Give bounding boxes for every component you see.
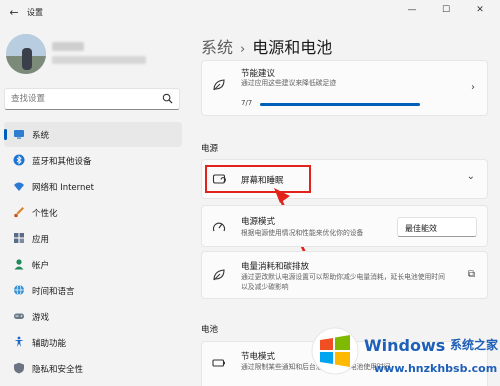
sidebar-item-time-language[interactable]: 时间和语言	[4, 278, 182, 303]
maximize-button[interactable]: ☐	[433, 0, 459, 22]
breadcrumb-parent[interactable]: 系统	[201, 38, 233, 57]
sidebar-item-label: 个性化	[32, 209, 58, 219]
card-title: 电量消耗和碳排放	[241, 262, 310, 272]
window-title: 设置	[27, 8, 43, 17]
watermark-cn: 系统之家	[450, 338, 499, 352]
sidebar-nav: 系统 蓝牙和其他设备 网络和 Internet 个性化 应用 帐户 时间和语言 …	[4, 122, 182, 382]
chevron-down-icon[interactable]: ⌄	[467, 171, 475, 182]
battery-saver-icon	[212, 359, 225, 367]
progress-text: 7/7	[241, 99, 253, 107]
user-email-redacted	[52, 56, 146, 64]
accessibility-icon	[14, 336, 24, 347]
sidebar-item-label: 应用	[32, 235, 50, 245]
sidebar-item-label: 蓝牙和其他设备	[32, 157, 92, 167]
sidebar-item-label: 游戏	[32, 313, 50, 323]
card-title: 电源模式	[241, 217, 276, 227]
account-icon	[14, 259, 24, 270]
sidebar-item-label: 时间和语言	[32, 287, 75, 297]
leaf-icon	[213, 79, 225, 91]
energy-recommendations-card[interactable]: 节能建议 通过应用这些建议来降低碳足迹 7/7 ›	[201, 60, 488, 116]
windows-logo-icon	[311, 327, 359, 375]
sidebar-item-label: 辅助功能	[32, 339, 67, 349]
progress-fill	[260, 103, 420, 106]
sidebar-item-system[interactable]: 系统	[4, 122, 182, 147]
sidebar-item-label: 系统	[32, 131, 50, 141]
search-input[interactable]	[11, 92, 161, 106]
leaf-icon	[213, 269, 225, 281]
back-button[interactable]: ←	[6, 5, 22, 21]
sidebar-item-network[interactable]: 网络和 Internet	[4, 174, 182, 199]
power-mode-icon	[212, 222, 226, 232]
power-mode-select[interactable]: 最佳能效 ⌄	[397, 217, 477, 237]
breadcrumb: 系统 › 电源和电池	[201, 34, 332, 58]
bluetooth-icon	[13, 154, 25, 166]
progress-bar	[260, 103, 420, 106]
section-label-battery: 电池	[201, 325, 219, 335]
breadcrumb-separator: ›	[240, 42, 246, 57]
user-name-redacted	[52, 42, 84, 51]
watermark-url: www.hnzkhbsb.com	[374, 362, 498, 375]
sidebar-item-apps[interactable]: 应用	[4, 226, 182, 251]
globe-icon	[14, 284, 24, 296]
watermark-brand: Windows	[364, 336, 446, 355]
card-subtitle: 根据电源使用情况和性能来优化你的设备	[241, 229, 364, 237]
page-title: 电源和电池	[252, 38, 333, 57]
apps-icon	[14, 233, 24, 243]
chevron-right-icon[interactable]: ›	[471, 82, 475, 93]
card-subtitle: 通过应用这些建议来降低碳足迹	[241, 79, 337, 87]
sidebar-item-label: 帐户	[32, 261, 50, 271]
title-bar: ← 设置 — ☐ ✕	[0, 0, 500, 26]
close-button[interactable]: ✕	[467, 0, 493, 22]
chevron-down-icon: ⌄	[405, 222, 412, 231]
search-icon[interactable]	[162, 93, 173, 104]
wifi-icon	[14, 182, 24, 191]
card-title: 节电模式	[241, 352, 276, 362]
card-subtitle: 通过更改默认电源设置可以帮助你减少电量消耗，延长电池使用时间以及减少碳影响	[241, 273, 445, 291]
sidebar-item-accounts[interactable]: 帐户	[4, 252, 182, 277]
system-icon	[14, 130, 24, 139]
watermark: Windows 系统之家 www.hnzkhbsb.com	[306, 322, 500, 386]
brush-icon	[14, 207, 24, 218]
sidebar-item-bluetooth[interactable]: 蓝牙和其他设备	[4, 148, 182, 173]
gamepad-icon	[14, 313, 24, 319]
sidebar-item-personalization[interactable]: 个性化	[4, 200, 182, 225]
avatar	[6, 34, 46, 74]
shield-icon	[14, 362, 24, 374]
search-box[interactable]	[4, 88, 180, 110]
energy-usage-card[interactable]: 电量消耗和碳排放 通过更改默认电源设置可以帮助你减少电量消耗，延长电池使用时间以…	[201, 251, 488, 299]
sidebar-item-privacy-security[interactable]: 隐私和安全性	[4, 356, 182, 381]
external-link-icon[interactable]: ⧉	[468, 269, 475, 280]
sidebar-item-accessibility[interactable]: 辅助功能	[4, 330, 182, 355]
power-mode-card[interactable]: 电源模式 根据电源使用情况和性能来优化你的设备 最佳能效 ⌄	[201, 205, 488, 247]
sidebar-item-label: 隐私和安全性	[32, 365, 84, 375]
minimize-button[interactable]: —	[399, 0, 425, 22]
sidebar-item-label: 网络和 Internet	[32, 183, 94, 193]
user-profile[interactable]	[6, 34, 182, 76]
section-label-power: 电源	[201, 144, 219, 154]
sidebar-item-gaming[interactable]: 游戏	[4, 304, 182, 329]
